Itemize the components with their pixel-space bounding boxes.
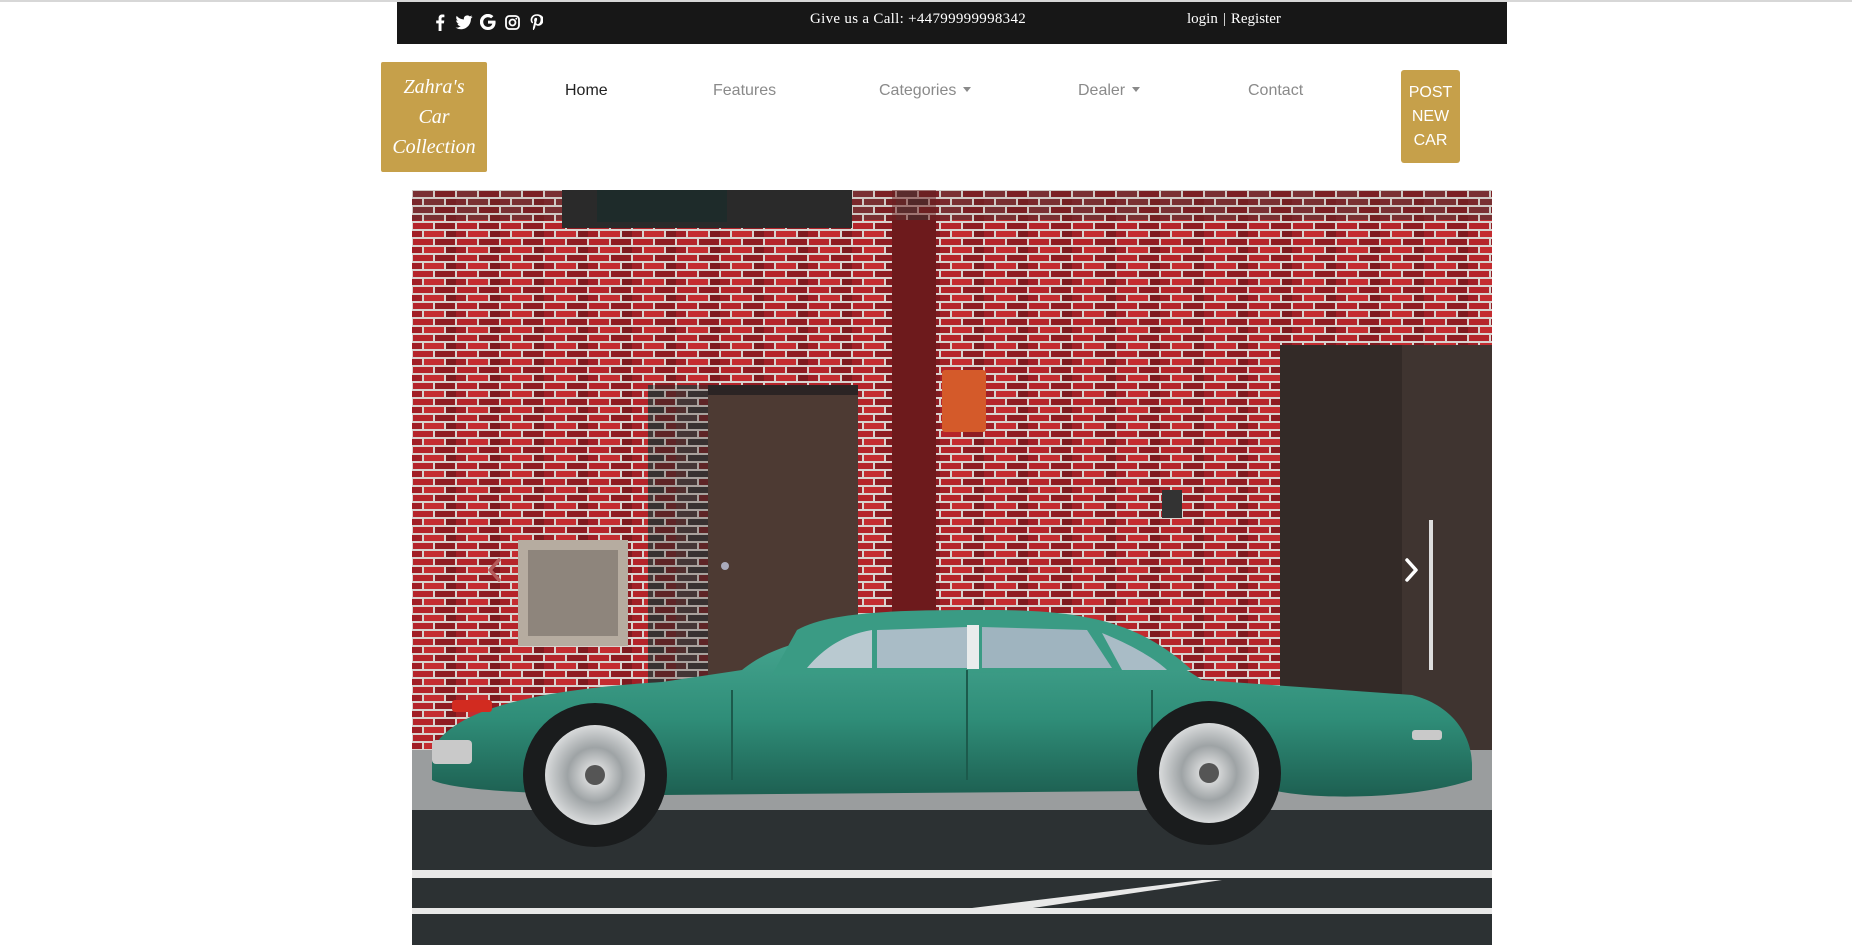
social-links bbox=[431, 12, 545, 32]
caret-down-icon bbox=[1132, 87, 1141, 92]
brand-logo[interactable]: Zahra's Car Collection bbox=[381, 62, 487, 172]
nav-dealer[interactable]: Dealer bbox=[1078, 82, 1141, 100]
nav-contact[interactable]: Contact bbox=[1248, 82, 1303, 100]
post-new-car-label: POST NEW CAR bbox=[1408, 83, 1453, 149]
top-contact-bar: Give us a Call: +44799999998342 login | Re… bbox=[397, 2, 1507, 44]
pinterest-icon[interactable] bbox=[527, 12, 545, 32]
facebook-icon[interactable] bbox=[431, 12, 449, 32]
hero-image bbox=[412, 190, 1492, 945]
nav-dealer-label: Dealer bbox=[1078, 82, 1126, 99]
register-link[interactable]: Register bbox=[1231, 11, 1281, 27]
twitter-icon[interactable] bbox=[455, 12, 473, 32]
nav-home[interactable]: Home bbox=[565, 82, 608, 100]
auth-separator: | bbox=[1222, 11, 1226, 27]
nav-features[interactable]: Features bbox=[713, 82, 776, 100]
google-icon[interactable] bbox=[479, 12, 497, 32]
chevron-right-icon bbox=[1405, 558, 1418, 582]
chevron-left-icon bbox=[488, 558, 501, 582]
auth-links: login | Register bbox=[1187, 11, 1281, 28]
login-link[interactable]: login bbox=[1187, 11, 1218, 27]
post-new-car-button[interactable]: POST NEW CAR bbox=[1401, 70, 1460, 163]
call-info: Give us a Call: +44799999998342 bbox=[810, 11, 1027, 27]
nav-categories[interactable]: Categories bbox=[879, 82, 972, 100]
caret-down-icon bbox=[963, 87, 972, 92]
carousel-next[interactable] bbox=[1392, 545, 1432, 595]
carousel-prev[interactable] bbox=[474, 545, 514, 595]
hero-carousel bbox=[412, 190, 1492, 945]
nav-categories-label: Categories bbox=[879, 82, 957, 99]
main-navigation: Home Features Categories Dealer Contact bbox=[0, 82, 1852, 104]
instagram-icon[interactable] bbox=[503, 12, 521, 32]
